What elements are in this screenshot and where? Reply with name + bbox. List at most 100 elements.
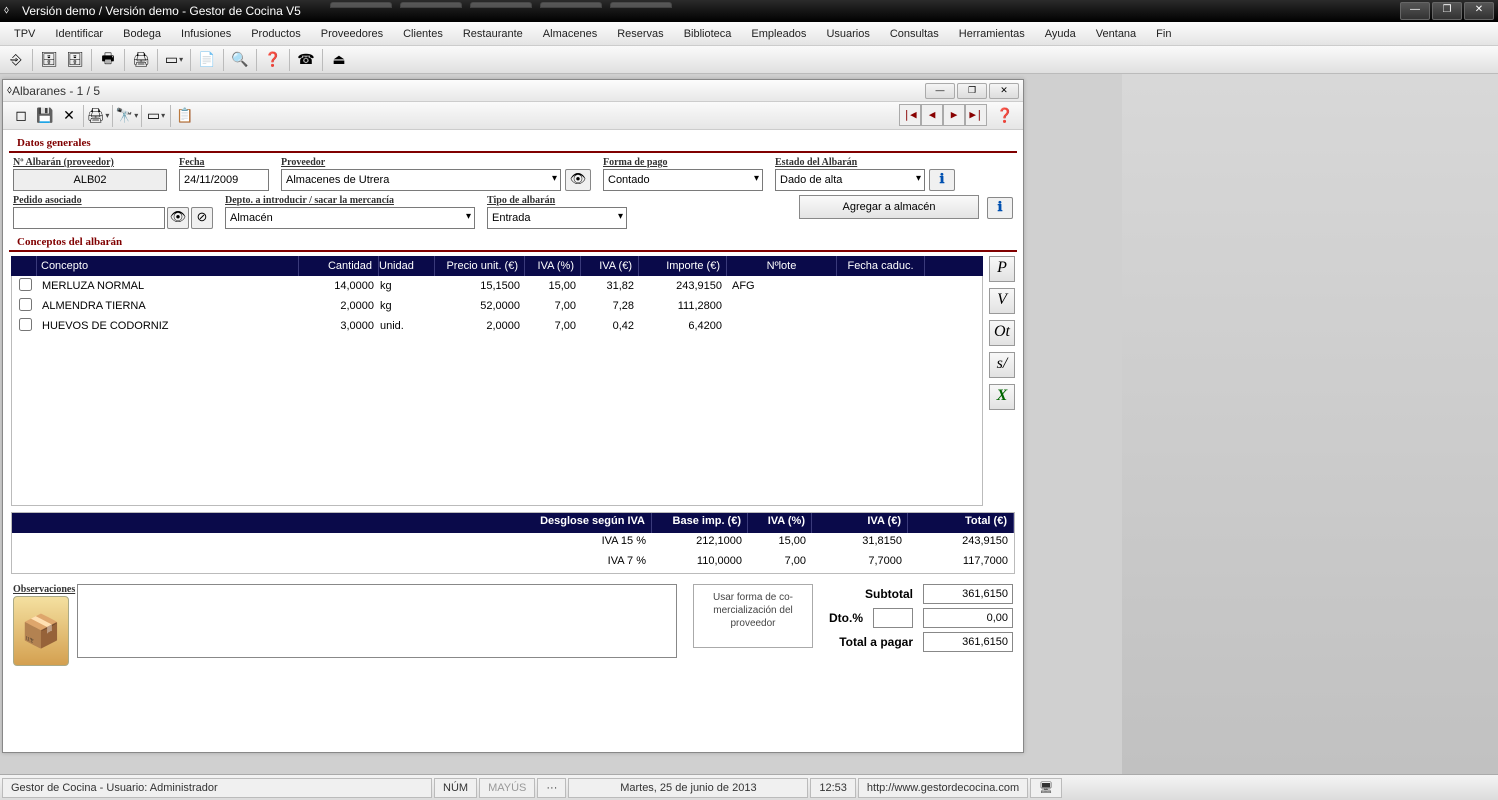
minimize-button[interactable]: — xyxy=(1400,2,1430,20)
combo-estado[interactable] xyxy=(775,169,925,191)
table-row[interactable]: MERLUZA NORMAL14,0000kg15,150015,0031,82… xyxy=(12,276,982,296)
grid-header: Concepto Cantidad Unidad Precio unit. (€… xyxy=(11,256,983,276)
row-checkbox[interactable] xyxy=(19,318,32,331)
nav-prev-button[interactable]: ◀ xyxy=(921,104,943,126)
agregar-almacen-button[interactable]: Agregar a almacén xyxy=(799,195,979,219)
table-row[interactable]: ALMENDRA TIERNA2,0000kg52,00007,007,2811… xyxy=(12,296,982,316)
menu-proveedores[interactable]: Proveedores xyxy=(311,25,393,43)
status-user: Gestor de Cocina - Usuario: Administrado… xyxy=(2,778,432,798)
window-dropdown[interactable]: ▭ xyxy=(144,104,168,128)
menu-bodega[interactable]: Bodega xyxy=(113,25,171,43)
side-tool-3[interactable]: s/ xyxy=(989,352,1015,378)
combo-forma-pago[interactable] xyxy=(603,169,763,191)
save-button[interactable]: 💾 xyxy=(33,104,57,128)
menu-reservas[interactable]: Reservas xyxy=(607,25,673,43)
background-tabs xyxy=(330,2,672,8)
status-num: NÚM xyxy=(434,778,477,798)
tool-magnify-icon[interactable]: 🔍 xyxy=(228,48,252,72)
grid-body[interactable]: MERLUZA NORMAL14,0000kg15,150015,0031,82… xyxy=(11,276,983,506)
nav-help-button[interactable]: ❓ xyxy=(993,104,1017,128)
dto-input[interactable] xyxy=(873,608,913,628)
status-date: Martes, 25 de junio de 2013 xyxy=(568,778,808,798)
label-pedido: Pedido asociado xyxy=(13,195,213,206)
combo-proveedor[interactable] xyxy=(281,169,561,191)
child-close-button[interactable]: ✕ xyxy=(989,83,1019,99)
tool-phone-icon[interactable]: ☎ xyxy=(294,48,318,72)
label-num-albaran: Nº Albarán (proveedor) xyxy=(13,157,167,168)
delete-button[interactable]: ✕ xyxy=(57,104,81,128)
maximize-button[interactable]: ❐ xyxy=(1432,2,1462,20)
status-mayus: MAYÚS xyxy=(479,778,535,798)
input-num-albaran[interactable] xyxy=(13,169,167,191)
info-estado-button[interactable]: ℹ xyxy=(929,169,955,191)
close-button[interactable]: ✕ xyxy=(1464,2,1494,20)
child-toolbar: ◻ 💾 ✕ 🖨 🔭 ▭ 📋 |◀ ◀ ▶ ▶| ❓ xyxy=(3,102,1023,130)
label-observaciones: Observaciones xyxy=(13,584,69,595)
side-tool-4[interactable]: X xyxy=(989,384,1015,410)
side-tool-0[interactable]: P xyxy=(989,256,1015,282)
child-minimize-button[interactable]: — xyxy=(925,83,955,99)
main-toolbar: ⎆ 🗄 🗄 🖶 🖨 ▭ 📄 🔍 ❓ ☎ ⏏ xyxy=(0,46,1498,74)
child-titlebar: ⬨ Albaranes - 1 / 5 — ❐ ✕ xyxy=(3,80,1023,102)
tool-exit-icon[interactable]: ⎆ xyxy=(4,48,28,72)
clear-pedido-button[interactable]: ⊘ xyxy=(191,207,213,229)
menu-ventana[interactable]: Ventana xyxy=(1086,25,1146,43)
input-fecha[interactable] xyxy=(179,169,269,191)
app-icon: ⬨ xyxy=(4,4,18,18)
child-maximize-button[interactable]: ❐ xyxy=(957,83,987,99)
menu-restaurante[interactable]: Restaurante xyxy=(453,25,533,43)
section-datos-generales: Datos generales xyxy=(9,132,1017,153)
new-button[interactable]: ◻ xyxy=(9,104,33,128)
row-checkbox[interactable] xyxy=(19,278,32,291)
combo-depto[interactable] xyxy=(225,207,475,229)
tool-db2-icon[interactable]: 🗄 xyxy=(63,48,87,72)
nav-last-button[interactable]: ▶| xyxy=(965,104,987,126)
row-checkbox[interactable] xyxy=(19,298,32,311)
nav-first-button[interactable]: |◀ xyxy=(899,104,921,126)
menu-ayuda[interactable]: Ayuda xyxy=(1035,25,1086,43)
statusbar: Gestor de Cocina - Usuario: Administrado… xyxy=(0,774,1498,800)
menu-productos[interactable]: Productos xyxy=(241,25,311,43)
info-agregar-button[interactable]: ℹ xyxy=(987,197,1013,219)
iva-row: IVA 15 %212,100015,0031,8150243,9150 xyxy=(12,533,1014,553)
copy-button[interactable]: 📋 xyxy=(173,104,197,128)
menu-usuarios[interactable]: Usuarios xyxy=(816,25,879,43)
menu-fin[interactable]: Fin xyxy=(1146,25,1181,43)
side-tool-1[interactable]: V xyxy=(989,288,1015,314)
menu-biblioteca[interactable]: Biblioteca xyxy=(674,25,742,43)
tool-window-dropdown[interactable]: ▭ xyxy=(162,48,186,72)
status-url[interactable]: http://www.gestordecocina.com xyxy=(858,778,1028,798)
dto-value xyxy=(923,608,1013,628)
label-estado: Estado del Albarán xyxy=(775,157,955,168)
menu-tpv[interactable]: TPV xyxy=(4,25,45,43)
comercializacion-button[interactable]: Usar forma de co- mercialización del pro… xyxy=(693,584,813,648)
tool-printer-icon[interactable]: 🖶 xyxy=(96,48,120,72)
input-pedido[interactable] xyxy=(13,207,165,229)
tool-doc-icon[interactable]: 📄 xyxy=(195,48,219,72)
view-pedido-button[interactable]: 👁 xyxy=(167,207,189,229)
menu-herramientas[interactable]: Herramientas xyxy=(949,25,1035,43)
menu-clientes[interactable]: Clientes xyxy=(393,25,453,43)
tool-db1-icon[interactable]: 🗄 xyxy=(37,48,61,72)
view-proveedor-button[interactable]: 👁 xyxy=(565,169,591,191)
window-title: Versión demo / Versión demo - Gestor de … xyxy=(22,4,1494,18)
combo-tipo[interactable] xyxy=(487,207,627,229)
menu-identificar[interactable]: Identificar xyxy=(45,25,113,43)
side-tool-2[interactable]: Ot xyxy=(989,320,1015,346)
table-row[interactable]: HUEVOS DE CODORNIZ3,0000unid.2,00007,000… xyxy=(12,316,982,336)
subtotal-value xyxy=(923,584,1013,604)
tool-help-icon[interactable]: ❓ xyxy=(261,48,285,72)
observaciones-input[interactable] xyxy=(77,584,677,658)
nav-next-button[interactable]: ▶ xyxy=(943,104,965,126)
tool-exit2-icon[interactable]: ⏏ xyxy=(327,48,351,72)
menu-infusiones[interactable]: Infusiones xyxy=(171,25,241,43)
menu-almacenes[interactable]: Almacenes xyxy=(533,25,607,43)
menu-consultas[interactable]: Consultas xyxy=(880,25,949,43)
tool-print-icon[interactable]: 🖨 xyxy=(129,48,153,72)
iva-row: IVA 7 %110,00007,007,7000117,7000 xyxy=(12,553,1014,573)
label-forma-pago: Forma de pago xyxy=(603,157,763,168)
menu-empleados[interactable]: Empleados xyxy=(741,25,816,43)
search-dropdown[interactable]: 🔭 xyxy=(115,104,139,128)
print-dropdown[interactable]: 🖨 xyxy=(86,104,110,128)
status-monitor-icon[interactable]: 🖥 xyxy=(1030,778,1062,798)
